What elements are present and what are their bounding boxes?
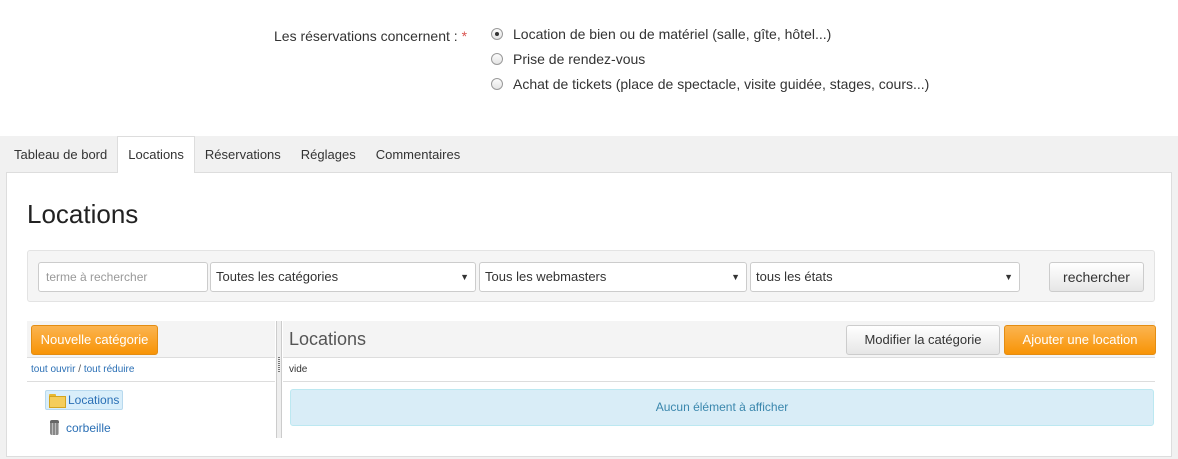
dropdown-arrow-icon: ▼	[1004, 272, 1013, 282]
collapse-all-link[interactable]: tout réduire	[84, 364, 135, 375]
radio-option-label: Achat de tickets (place de spectacle, vi…	[513, 75, 930, 92]
required-mark: *	[461, 28, 468, 44]
tabs-container: Tableau de bord Locations Réservations R…	[0, 136, 1178, 459]
radio-button[interactable]	[491, 52, 503, 65]
reservations-label: Les réservations concernent : *	[274, 28, 467, 44]
tree-item-label: Locations	[68, 393, 120, 407]
new-category-button[interactable]: Nouvelle catégorie	[31, 325, 158, 355]
radio-option-location[interactable]: Location de bien ou de matériel (salle, …	[491, 21, 929, 46]
folder-open-icon	[49, 394, 66, 408]
radio-option-tickets[interactable]: Achat de tickets (place de spectacle, vi…	[491, 71, 929, 96]
radio-option-rendez-vous[interactable]: Prise de rendez-vous	[491, 46, 929, 71]
tab-commentaires[interactable]: Commentaires	[366, 136, 471, 172]
dropdown-arrow-icon: ▼	[731, 272, 740, 282]
tree-expand-links: tout ouvrir / tout réduire	[27, 359, 275, 382]
tree-item-locations[interactable]: Locations	[45, 390, 124, 410]
dropdown-arrow-icon: ▼	[460, 272, 469, 282]
category-select[interactable]: Toutes les catégories ▼	[210, 262, 476, 292]
category-path: vide	[283, 359, 1155, 382]
tab-panel: Locations Toutes les catégories ▼ Tous l…	[6, 172, 1172, 457]
tab-bar: Tableau de bord Locations Réservations R…	[4, 136, 471, 173]
content-toolbar: Locations Modifier la catégorie Ajouter …	[283, 321, 1156, 358]
empty-message: Aucun élément à afficher	[290, 389, 1154, 426]
radio-button-checked[interactable]	[491, 27, 503, 40]
tab-reservations[interactable]: Réservations	[195, 136, 291, 172]
tree-toolbar: Nouvelle catégorie	[27, 321, 275, 358]
trash-icon	[48, 420, 62, 436]
webmaster-select[interactable]: Tous les webmasters ▼	[479, 262, 747, 292]
tab-reglages[interactable]: Réglages	[291, 136, 366, 172]
tree-item-corbeille[interactable]: corbeille	[45, 418, 114, 438]
add-location-button[interactable]: Ajouter une location	[1004, 325, 1156, 355]
radio-button[interactable]	[491, 77, 503, 90]
reservations-label-text: Les réservations concernent :	[274, 28, 458, 44]
category-select-value: Toutes les catégories	[216, 269, 339, 284]
panel-splitter[interactable]	[276, 321, 282, 438]
reservation-type-radio-group: Location de bien ou de matériel (salle, …	[491, 21, 929, 96]
open-all-link[interactable]: tout ouvrir	[31, 364, 75, 375]
tree-item-label: corbeille	[66, 421, 111, 435]
category-browser: Nouvelle catégorie tout ouvrir / tout ré…	[27, 321, 1156, 438]
edit-category-button[interactable]: Modifier la catégorie	[846, 325, 1000, 355]
page-title: Locations	[27, 199, 139, 229]
webmaster-select-value: Tous les webmasters	[485, 269, 607, 284]
state-select[interactable]: tous les états ▼	[750, 262, 1020, 292]
link-separator: /	[78, 364, 82, 375]
state-select-value: tous les états	[756, 269, 833, 284]
tab-locations[interactable]: Locations	[117, 136, 195, 173]
tab-tableau-de-bord[interactable]: Tableau de bord	[4, 136, 117, 172]
category-tree-panel: Nouvelle catégorie tout ouvrir / tout ré…	[27, 321, 275, 438]
content-title: Locations	[289, 329, 367, 349]
search-input[interactable]	[38, 262, 208, 292]
radio-option-label: Location de bien ou de matériel (salle, …	[513, 25, 832, 42]
radio-option-label: Prise de rendez-vous	[513, 50, 646, 67]
filter-bar: Toutes les catégories ▼ Tous les webmast…	[27, 250, 1155, 302]
content-panel: Locations Modifier la catégorie Ajouter …	[283, 321, 1156, 438]
search-button[interactable]: rechercher	[1049, 262, 1144, 292]
